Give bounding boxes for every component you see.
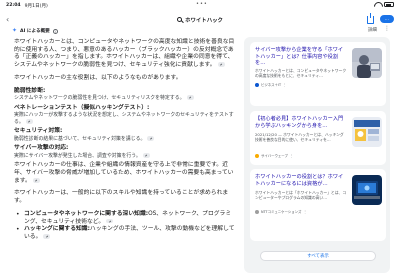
role-desc-text: 実際にサイバー攻撃が発生した場合、調査や対策を行う。	[14, 152, 141, 159]
source-snippet: 2021/12/20 — ホワイトハッカーとは、ハッキング技術を善良な目的に使い…	[255, 132, 344, 142]
status-bar: 22:04 9月1日(月) •••	[0, 0, 400, 11]
source-title[interactable]: 【初心者必見】ホワイトハッカー入門から学ぶハッキングから身を…	[255, 116, 347, 129]
source-link-icon[interactable]	[32, 177, 40, 183]
source-thumbnail	[352, 117, 382, 147]
source-card[interactable]: サイバー攻撃から企業を守る「ホワイトハッカー」とは？仕事内容や役割を… ホワイト…	[250, 42, 386, 106]
source-card[interactable]: 【初心者必見】ホワイトハッカー入門から学ぶハッキングから身を… 2021/12/…	[250, 111, 386, 165]
importance-paragraph: ホワイトハッカーの仕事は、企業や組織の情報資産を守る上で非常に重要です。近年、サ…	[14, 162, 236, 185]
source-link-icon[interactable]	[186, 95, 194, 101]
more-options-icon[interactable]: ⋮	[290, 154, 293, 158]
source-card[interactable]: ホワイトハッカーの役割とは？ホワイトハッカーになるには資格が… ホワイトハッカー…	[250, 169, 386, 241]
source-thumbnail	[352, 48, 382, 78]
back-arrow-icon[interactable]: ‹	[6, 15, 9, 24]
intro-paragraph: ホワイトハッカーとは、コンピュータやネットワークの高度な知識と技術を善良な目的に…	[14, 39, 236, 70]
source-favicon-icon	[255, 153, 259, 158]
roles-list: 脆弱性診断: システムやネットワークの脆弱性を見つけ、セキュリティリスクを特定す…	[14, 88, 236, 160]
signin-button[interactable]: ...	[379, 15, 394, 23]
status-time: 22:04	[6, 3, 21, 8]
roles-heading-text: ホワイトハッカーの主な役割は、以下のようなものがあります。	[14, 74, 182, 81]
source-name: ビジネス＋IT	[261, 83, 282, 87]
role-desc: システムやネットワークの脆弱性を見つけ、セキュリティリスクを特定する。	[14, 95, 236, 101]
show-all-button[interactable]: すべて表示	[260, 251, 376, 261]
role-desc-text: 脆弱性診断の結果に基づいて、セキュリティ対策を講じる。	[14, 135, 146, 142]
source-favicon-icon	[255, 82, 259, 87]
ai-overview-body: ホワイトハッカーとは、コンピュータやネットワークの高度な知識と技術を善良な目的に…	[14, 39, 236, 242]
search-icon	[177, 17, 183, 22]
source-link-icon[interactable]	[43, 234, 51, 239]
skills-heading-text: ホワイトハッカーは、一般的に以下のスキルや知識を持っていることが求められます。	[14, 190, 229, 205]
source-link-icon[interactable]	[25, 118, 33, 124]
source-snippet: ホワイトハッカーとは「ホワイトハッカー」とは、コンピューターやプログラムの知識の…	[255, 190, 347, 200]
share-icon[interactable]	[366, 13, 374, 24]
role-desc-text: システムやネットワークの脆弱性を見つけ、セキュリティリスクを特定する。	[14, 95, 185, 102]
source-title[interactable]: サイバー攻撃から企業を守る「ホワイトハッカー」とは？仕事内容や役割を…	[255, 47, 347, 67]
source-link-icon[interactable]	[106, 218, 114, 224]
intro-text: ホワイトハッカーとは、コンピュータやネットワークの高度な知識と技術を善良な目的に…	[14, 39, 235, 69]
list-item: コンピュータやネットワークに関する深い知識:OS、ネットワーク、プログラミング、…	[14, 211, 236, 226]
source-thumbnail	[352, 175, 382, 205]
skill-title: コンピュータやネットワークに関する深い知識:	[24, 210, 149, 217]
info-icon[interactable]: i	[52, 28, 58, 34]
list-item: ハッキングに関する知識:ハッキングの手法、ツール、攻撃の動機などを理解している。	[14, 226, 236, 241]
multitask-dots-icon[interactable]: •••	[196, 1, 208, 7]
source-favicon-icon	[255, 209, 259, 214]
skill-title: ハッキングに関する知識:	[24, 226, 90, 233]
source-snippet: ホワイトハッカーとは、コンピュータやネットワークの高度な技術をもとに、セキュリテ…	[255, 68, 347, 78]
more-options-icon[interactable]: ⋮	[384, 25, 390, 32]
ai-overview-title: AI による概要	[20, 29, 50, 34]
source-link-icon[interactable]	[142, 153, 150, 158]
roles-heading: ホワイトハッカーの主な役割は、以下のようなものがあります。	[14, 75, 236, 83]
status-date: 9月1日(月)	[24, 3, 48, 9]
address-text: ホワイトハック	[185, 17, 223, 24]
source-title[interactable]: ホワイトハッカーの役割とは？ホワイトハッカーになるには資格が…	[255, 174, 347, 187]
role-desc-text: 実際にハッカーが攻撃するような状況を想定し、システムやネットワークのセキュリティ…	[14, 112, 234, 125]
browser-top-bar: ‹ ホワイトハック ...	[0, 11, 400, 28]
role-desc: 実際にハッカーが攻撃するような状況を想定し、システムやネットワークのセキュリティ…	[14, 112, 236, 125]
skills-heading: ホワイトハッカーは、一般的に以下のスキルや知識を持っていることが求められます。	[14, 190, 236, 205]
ai-overview-header: ✦ AI による概要 i	[12, 26, 58, 36]
role-desc: 脆弱性診断の結果に基づいて、セキュリティ対策を講じる。	[14, 136, 236, 142]
battery-level	[385, 3, 392, 7]
role-desc: 実際にサイバー攻撃が発生した場合、調査や対策を行う。	[14, 153, 236, 159]
detail-link[interactable]: 詳細	[368, 27, 377, 33]
role-title: サイバー攻撃の対応:	[14, 145, 69, 152]
address-bar[interactable]: ホワイトハック	[150, 14, 250, 25]
battery-icon	[384, 2, 394, 7]
more-options-icon[interactable]: ⋮	[303, 210, 306, 214]
skills-list: コンピュータやネットワークに関する深い知識:OS、ネットワーク、プログラミング、…	[14, 211, 236, 242]
source-link-icon[interactable]	[147, 136, 155, 141]
sparkle-icon: ✦	[12, 27, 18, 34]
role-title: セキュリティ対策:	[14, 128, 63, 135]
source-name: NTTコミュニケーションズ	[261, 210, 302, 214]
source-name: サイバーウェーブ	[261, 154, 288, 158]
wifi-icon	[374, 2, 381, 7]
source-link-icon[interactable]	[217, 62, 225, 67]
more-options-icon[interactable]: ⋮	[283, 83, 286, 87]
importance-text: ホワイトハッカーの仕事は、企業や組織の情報資産を守る上で非常に重要です。近年、サ…	[14, 162, 234, 184]
